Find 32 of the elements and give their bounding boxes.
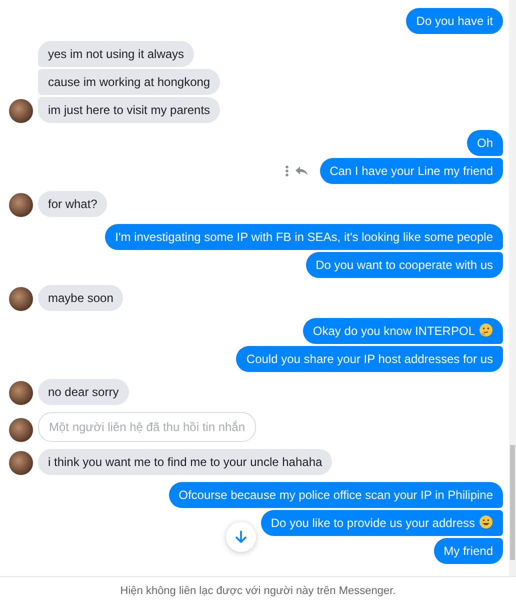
message-bubble: My friend: [434, 538, 503, 564]
message-bubble: cause im working at hongkong: [38, 69, 220, 95]
avatar: [9, 418, 33, 442]
message-bubble: Okay do you know INTERPOL: [302, 318, 503, 344]
scrollbar[interactable]: [509, 0, 516, 576]
more-options-icon[interactable]: [284, 165, 289, 177]
retracted-message: Một người liên hệ đã thu hồi tin nhắn: [38, 412, 256, 442]
message-bubble: Can I have your Line my friend: [320, 158, 503, 184]
message-bubble: Ofcourse because my police office scan your IP in Philipine: [168, 482, 503, 508]
message-bubble: Could you share your IP host addresses for us: [236, 346, 503, 372]
status-notice: Hiện không liên lạc được với người này trên Messenger.: [119, 584, 397, 597]
message-bubble: im just here to visit my parents: [38, 97, 220, 123]
message-bubble: Do you want to cooperate with us: [306, 252, 503, 278]
message-bubble: Do you have it: [406, 8, 503, 34]
message-bubble: for what?: [38, 191, 108, 217]
avatar: [9, 193, 33, 217]
thinking-emoji-icon: [479, 323, 493, 337]
avatar: [9, 287, 33, 311]
avatar: [9, 381, 33, 405]
message-bubble: Oh: [466, 130, 503, 156]
message-bubble: maybe soon: [38, 285, 124, 311]
avatar: [9, 99, 33, 123]
avatar: [9, 451, 33, 475]
message-bubble: no dear sorry: [38, 379, 129, 405]
message-bubble: i think you want me to find me to your uncle hahaha: [38, 449, 332, 475]
arrow-down-icon: [234, 530, 248, 544]
grinning-emoji-icon: [479, 515, 493, 529]
message-bubble: Do you like to provide us your address: [260, 510, 503, 536]
reply-icon[interactable]: [294, 166, 308, 176]
message-bubble: yes im not using it always: [38, 41, 194, 67]
scroll-down-button[interactable]: [226, 522, 256, 552]
message-bubble: I'm investigating some IP with FB in SEAs, it's looking like some people: [105, 224, 503, 250]
